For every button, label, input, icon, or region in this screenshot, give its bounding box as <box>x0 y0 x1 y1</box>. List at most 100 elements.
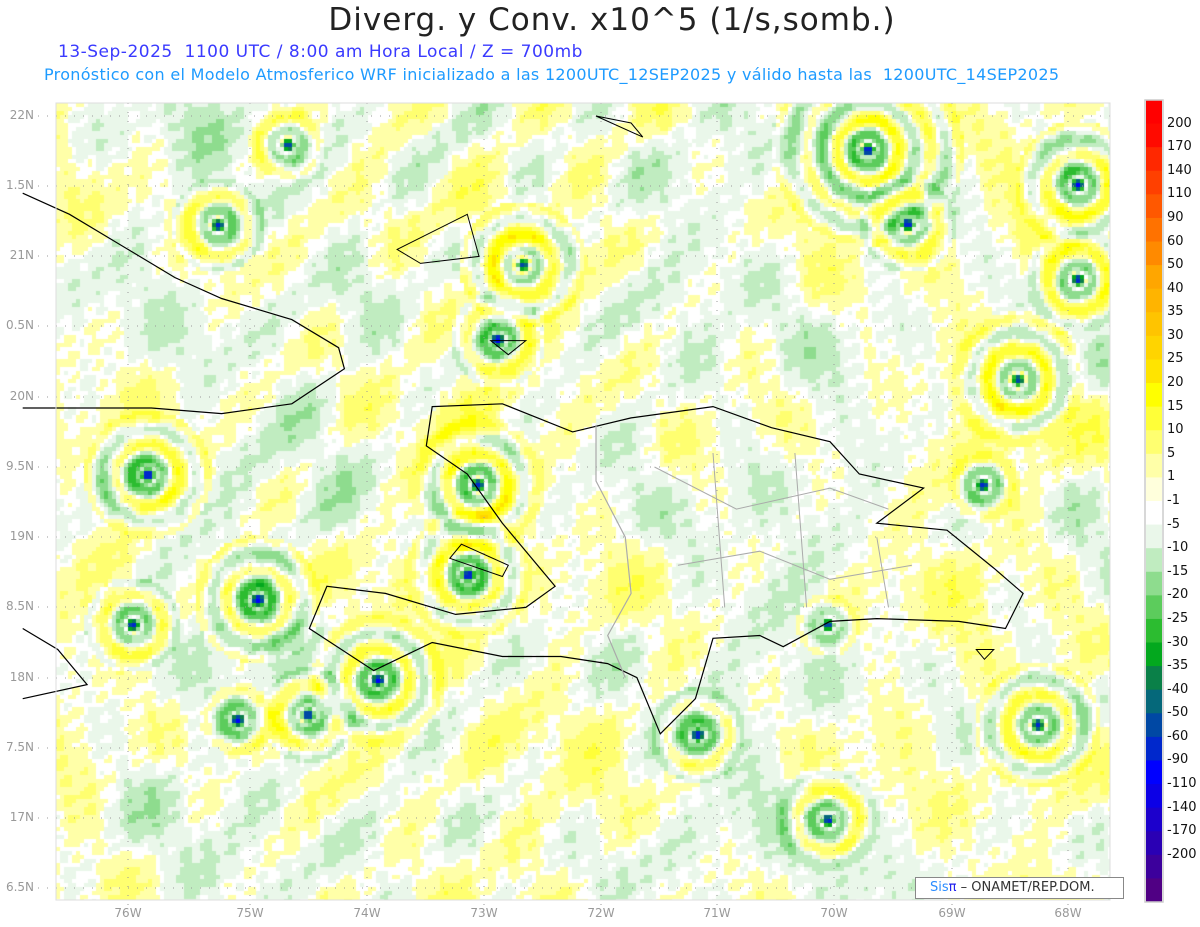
colorbar-label: -50 <box>1167 705 1189 721</box>
lat-label: 20N <box>9 389 34 403</box>
colorbar-bin <box>1146 477 1162 502</box>
lon-label: 73W <box>470 906 498 920</box>
lon-label: 69W <box>938 906 966 920</box>
colorbar-label: -20 <box>1167 587 1189 603</box>
colorbar-bin <box>1146 100 1162 125</box>
lat-label: 19N <box>9 529 34 543</box>
colorbar-label: -110 <box>1167 776 1197 792</box>
colorbar-bin <box>1146 878 1162 903</box>
colorbar-label: 5 <box>1167 445 1176 461</box>
colorbar-bin <box>1146 453 1162 478</box>
province-border <box>794 452 808 608</box>
credit-brand: Sis <box>930 880 949 895</box>
colorbar-label: -30 <box>1167 634 1189 650</box>
colorbar-bin <box>1146 807 1162 832</box>
province-border <box>654 466 889 510</box>
lat-label: 8.5N <box>5 599 34 613</box>
caicos-island <box>595 115 644 138</box>
lat-label: 1.5N <box>5 178 34 192</box>
colorbar-label: 140 <box>1167 162 1192 178</box>
colorbar-bin <box>1146 265 1162 290</box>
saona-island <box>975 649 995 661</box>
colorbar-label: 15 <box>1167 398 1184 414</box>
colorbar-bin <box>1146 618 1162 644</box>
lon-label: 74W <box>353 906 381 920</box>
colorbar-bin <box>1146 784 1162 809</box>
colorbar-label: 10 <box>1167 422 1184 438</box>
colorbar-bin <box>1146 359 1162 384</box>
colorbar-label: -1 <box>1167 493 1180 508</box>
jamaica-coastline <box>22 627 89 700</box>
colorbar-bin <box>1146 666 1162 691</box>
lon-label: 71W <box>703 906 731 920</box>
lat-label: 9.5N <box>5 459 34 473</box>
colorbar-bin <box>1146 241 1162 266</box>
colorbar-label: -35 <box>1167 658 1189 674</box>
colorbar-bin <box>1146 501 1162 526</box>
colorbar-bin <box>1146 713 1162 738</box>
colorbar-label: 30 <box>1167 327 1184 343</box>
cuba-coastline <box>22 192 346 415</box>
inagua-island <box>396 213 480 264</box>
colorbar-bin <box>1146 430 1162 455</box>
colorbar-bin <box>1146 217 1162 243</box>
colorbar-label: 90 <box>1167 209 1184 225</box>
colorbar-label: -200 <box>1167 846 1197 862</box>
map <box>0 0 1200 927</box>
lat-label: 22N <box>9 108 34 122</box>
lon-label: 68W <box>1054 906 1082 920</box>
lat-label: 0.5N <box>5 318 34 332</box>
colorbar-label: 170 <box>1167 139 1192 155</box>
colorbar-bin <box>1146 147 1162 172</box>
colorbar-label: -10 <box>1167 540 1189 556</box>
colorbar-label: 60 <box>1167 233 1184 249</box>
hispaniola-coastline <box>308 403 1024 735</box>
colorbar-bin <box>1146 406 1162 431</box>
colorbar-bin <box>1146 831 1162 856</box>
lat-label: 18N <box>9 670 34 684</box>
lat-label: 6.5N <box>5 880 34 894</box>
colorbar-label: -25 <box>1167 610 1189 626</box>
map-frame <box>55 102 1111 901</box>
colorbar-label: 40 <box>1167 280 1184 296</box>
gonave-island <box>448 543 509 578</box>
province-border <box>712 452 726 608</box>
colorbar-bin <box>1146 595 1162 620</box>
province-border <box>876 537 889 608</box>
colorbar-bin <box>1146 335 1162 360</box>
colorbar-label: -40 <box>1167 681 1189 697</box>
province-border <box>677 550 912 580</box>
colorbar-label: -90 <box>1167 752 1189 768</box>
colorbar-bin <box>1146 170 1162 195</box>
colorbar-bin <box>1146 571 1162 596</box>
lat-label: 21N <box>9 248 34 262</box>
colorbar-bin <box>1146 288 1162 313</box>
colorbar-label: -15 <box>1167 563 1189 579</box>
colorbar-label: 200 <box>1167 115 1192 131</box>
lon-label: 72W <box>587 906 615 920</box>
credit-text: – ONAMET/REP.DOM. <box>960 880 1095 895</box>
colorbar-bin <box>1146 760 1162 785</box>
colorbar-bin <box>1146 524 1162 549</box>
colorbar-label: -140 <box>1167 799 1197 815</box>
colorbar-bin <box>1146 689 1162 714</box>
colorbar-bin <box>1146 123 1162 148</box>
lon-label: 70W <box>820 906 848 920</box>
colorbar-label: 1 <box>1167 469 1176 485</box>
colorbar-label: -170 <box>1167 823 1197 839</box>
colorbar-bin <box>1146 383 1162 408</box>
lat-label: 7.5N <box>5 740 34 754</box>
tortuga-island <box>489 340 528 356</box>
credit-box: Sisπ – ONAMET/REP.DOM. <box>915 877 1124 899</box>
colorbar-label: 35 <box>1167 304 1184 320</box>
lat-label: 17N <box>9 810 34 824</box>
colorbar-bin <box>1146 194 1162 219</box>
colorbar-label: 25 <box>1167 351 1184 367</box>
colorbar-bin <box>1146 642 1162 667</box>
lon-label: 76W <box>114 906 142 920</box>
colorbar-label: 50 <box>1167 257 1184 273</box>
colorbar-bin <box>1146 736 1162 761</box>
lon-label: 75W <box>236 906 264 920</box>
haiti-dr-border <box>595 424 632 678</box>
colorbar-label: -5 <box>1167 516 1180 532</box>
